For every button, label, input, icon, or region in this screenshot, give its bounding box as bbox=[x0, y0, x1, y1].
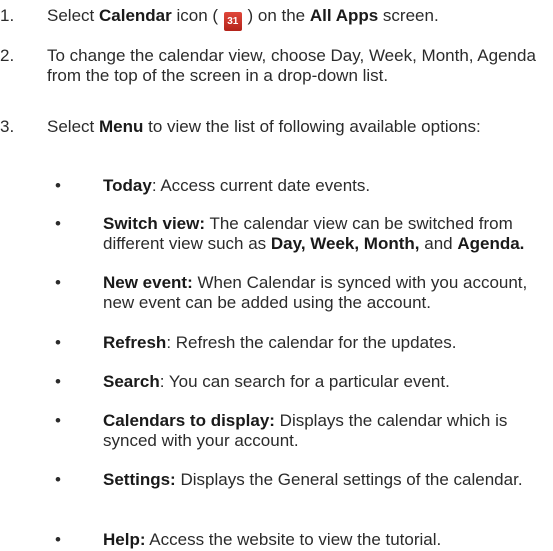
step-text: To change the calendar view, choose Day,… bbox=[47, 46, 536, 85]
bullet-icon: • bbox=[55, 530, 61, 549]
option-refresh: • Refresh: Refresh the calendar for the … bbox=[0, 333, 545, 353]
option-title: Refresh bbox=[103, 333, 167, 352]
step-text: Select Menu to view the list of followin… bbox=[47, 117, 543, 137]
bullet-icon: • bbox=[55, 411, 61, 430]
step-3: 3. Select Menu to view the list of follo… bbox=[0, 117, 543, 137]
option-title: Today bbox=[103, 176, 152, 195]
bullet-icon: • bbox=[55, 214, 61, 233]
step-text-part: Select bbox=[47, 6, 99, 25]
calendar-label: Calendar bbox=[98, 6, 172, 25]
option-emphasis: Agenda. bbox=[457, 234, 525, 253]
option-today: • Today: Access current date events. bbox=[0, 176, 545, 196]
step-text-part: Select bbox=[47, 117, 99, 136]
option-title: Switch view: bbox=[103, 214, 206, 233]
option-title: Search bbox=[103, 372, 160, 391]
option-title: New event: bbox=[103, 273, 193, 292]
bullet-icon: • bbox=[55, 372, 61, 391]
step-1: 1. Select Calendar icon ( 31 ) on the Al… bbox=[0, 6, 543, 31]
bullet-icon: • bbox=[55, 333, 61, 352]
menu-label: Menu bbox=[98, 117, 144, 136]
bullet-icon: • bbox=[55, 273, 61, 292]
option-description: and bbox=[419, 234, 458, 253]
bullet-icon: • bbox=[55, 176, 61, 195]
step-text: Select Calendar icon ( 31 ) on the All A… bbox=[47, 6, 543, 31]
option-new-event: • New event: When Calendar is synced wit… bbox=[0, 273, 545, 313]
all-apps-label: All Apps bbox=[309, 6, 379, 25]
step-number: 1. bbox=[0, 6, 15, 25]
calendar-app-icon: 31 bbox=[223, 12, 242, 31]
bullet-icon: • bbox=[55, 470, 61, 489]
step-text-part: screen. bbox=[378, 6, 439, 25]
option-emphasis: Day, Week, Month, bbox=[270, 234, 420, 253]
step-text-part: to view the list of following available … bbox=[143, 117, 481, 136]
step-text-part: icon ( bbox=[171, 6, 223, 25]
option-title: Settings: bbox=[103, 470, 176, 489]
option-description: Access the website to view the tutorial. bbox=[145, 530, 442, 549]
option-settings: • Settings: Displays the General setting… bbox=[0, 470, 545, 490]
option-switch-view: • Switch view: The calendar view can be … bbox=[0, 214, 545, 254]
step-2: 2. To change the calendar view, choose D… bbox=[0, 46, 543, 86]
option-title: Calendars to display: bbox=[103, 411, 275, 430]
step-number: 3. bbox=[0, 117, 15, 136]
option-description: : Refresh the calendar for the updates. bbox=[166, 333, 457, 352]
option-description: Displays the General settings of the cal… bbox=[175, 470, 523, 489]
option-search: • Search: You can search for a particula… bbox=[0, 372, 545, 392]
option-description: : Access current date events. bbox=[151, 176, 371, 195]
option-help: • Help: Access the website to view the t… bbox=[0, 530, 545, 550]
step-number: 2. bbox=[0, 46, 15, 65]
option-calendars-to-display: • Calendars to display: Displays the cal… bbox=[0, 411, 545, 451]
step-text-part: ) on the bbox=[242, 6, 310, 25]
option-title: Help: bbox=[103, 530, 146, 549]
option-description: : You can search for a particular event. bbox=[159, 372, 450, 391]
